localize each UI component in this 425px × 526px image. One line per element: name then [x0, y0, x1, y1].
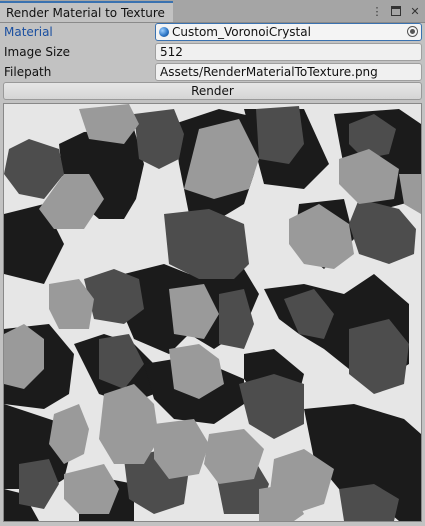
filepath-value: Assets/RenderMaterialToTexture.png	[160, 65, 378, 79]
material-sphere-icon	[159, 27, 169, 37]
image-size-row: Image Size 512	[0, 43, 425, 62]
image-size-value: 512	[160, 45, 183, 59]
window-controls: ⋮ ✕	[371, 3, 421, 19]
render-button[interactable]: Render	[3, 82, 422, 100]
tab-render-material-to-texture[interactable]: Render Material to Texture	[0, 1, 173, 22]
filepath-field[interactable]: Assets/RenderMaterialToTexture.png	[155, 63, 422, 81]
voronoi-texture-preview	[4, 104, 421, 521]
material-label: Material	[4, 25, 53, 39]
material-row: Material Custom_VoronoiCrystal	[0, 23, 425, 42]
render-button-label: Render	[191, 84, 234, 98]
image-size-field[interactable]: 512	[155, 43, 422, 61]
tab-title: Render Material to Texture	[6, 6, 165, 20]
object-picker-icon[interactable]	[407, 26, 418, 37]
filepath-label: Filepath	[4, 65, 52, 79]
image-size-label: Image Size	[4, 45, 71, 59]
material-object-field[interactable]: Custom_VoronoiCrystal	[155, 23, 422, 41]
filepath-row: Filepath Assets/RenderMaterialToTexture.…	[0, 63, 425, 82]
vertical-dots-icon[interactable]: ⋮	[371, 5, 383, 18]
tab-bar: Render Material to Texture ⋮ ✕	[0, 0, 425, 23]
maximize-icon[interactable]	[390, 5, 402, 17]
material-value: Custom_VoronoiCrystal	[172, 25, 311, 39]
texture-preview	[3, 103, 422, 522]
close-icon[interactable]: ✕	[409, 5, 421, 18]
